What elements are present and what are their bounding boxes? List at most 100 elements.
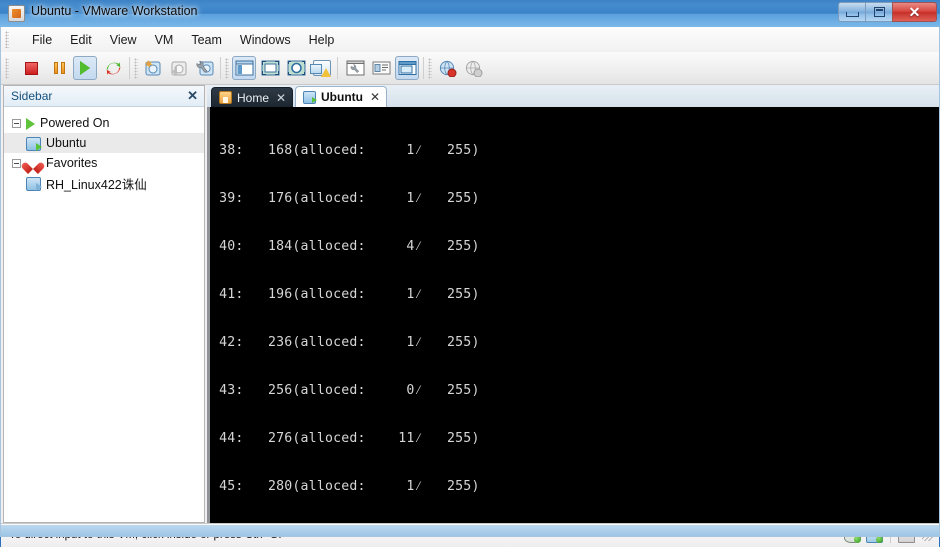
home-icon: [219, 91, 232, 104]
terminal-line: 39: 176(alloced: 1⁄ 255): [211, 191, 480, 206]
sidebar-header: Sidebar ✕: [4, 86, 204, 107]
full-screen-button[interactable]: [258, 56, 282, 80]
multiple-monitors-button[interactable]: [310, 56, 334, 80]
multi-monitor-warning-icon: [310, 60, 331, 77]
virtual-machine-icon: [303, 90, 317, 104]
maximize-icon: [873, 7, 885, 17]
menu-windows[interactable]: Windows: [231, 30, 300, 50]
summary-view-button[interactable]: [369, 56, 393, 80]
sidebar-title: Sidebar: [11, 89, 53, 103]
tab-strip: Home ✕ Ubuntu ✕: [207, 85, 939, 107]
toolbar-drag-grip-3[interactable]: [225, 58, 229, 79]
fullscreen-arrows-icon: [261, 60, 279, 76]
toolbar-separator-3: [337, 57, 338, 79]
menu-team[interactable]: Team: [182, 30, 231, 50]
sidebar-close-icon[interactable]: ✕: [187, 87, 198, 105]
power-off-button[interactable]: [19, 56, 43, 80]
sidebar-tree: Powered On Ubuntu Favorites RH_Linux422诛…: [4, 107, 204, 193]
terminal-output: 38: 168(alloced: 1⁄ 255) 39: 176(alloced…: [211, 111, 939, 523]
window-controls: ✕: [838, 2, 937, 23]
sidebar-item-rh-linux422[interactable]: RH_Linux422诛仙: [4, 173, 204, 193]
unity-mode-icon: [287, 60, 305, 76]
maximize-button[interactable]: [865, 2, 892, 22]
menu-bar: File Edit View VM Team Windows Help: [1, 27, 939, 53]
show-sidebar-button[interactable]: [232, 56, 256, 80]
virtual-machine-icon: [26, 176, 42, 191]
terminal-line: 38: 168(alloced: 1⁄ 255): [211, 143, 480, 158]
tab-ubuntu[interactable]: Ubuntu ✕: [295, 86, 388, 107]
tab-close-icon[interactable]: ✕: [370, 90, 380, 104]
virtual-machine-icon: [26, 136, 42, 151]
sidebar-item-ubuntu[interactable]: Ubuntu: [4, 133, 204, 153]
snapshot-new-icon: [144, 60, 161, 76]
toolbar-separator: [129, 57, 130, 79]
console-left-edge: [207, 107, 210, 523]
toolbar-separator-2: [220, 57, 221, 79]
pause-icon: [53, 62, 65, 74]
toolbar-drag-grip[interactable]: [5, 58, 9, 79]
menu-view[interactable]: View: [101, 30, 146, 50]
snapshot-revert-icon: [171, 61, 187, 76]
suspend-button[interactable]: [47, 56, 71, 80]
minimize-button[interactable]: [838, 2, 865, 22]
sidebar-item-powered-on[interactable]: Powered On: [4, 113, 204, 133]
tab-label: Ubuntu: [321, 90, 363, 104]
close-button[interactable]: ✕: [892, 2, 937, 22]
menu-help[interactable]: Help: [300, 30, 344, 50]
team-globe-gray-icon: [465, 60, 482, 77]
window-title: Ubuntu - VMware Workstation: [31, 4, 198, 18]
toolbar-drag-grip-2[interactable]: [134, 58, 138, 79]
summary-list-icon: [372, 61, 390, 75]
menu-edit[interactable]: Edit: [61, 30, 101, 50]
sidebar-item-label: Favorites: [46, 156, 98, 170]
vm-console[interactable]: 38: 168(alloced: 1⁄ 255) 39: 176(alloced…: [207, 107, 939, 523]
sidebar-panel-icon: [235, 60, 253, 76]
menu-drag-grip[interactable]: [5, 31, 9, 48]
power-on-button[interactable]: [73, 56, 97, 80]
wrench-settings-icon: [346, 60, 364, 76]
toolbar-separator-4: [423, 57, 424, 79]
team-disconnect-button[interactable]: [461, 56, 485, 80]
terminal-line: 43: 256(alloced: 0⁄ 255): [211, 383, 480, 398]
vmware-workstation-window: Ubuntu - VMware Workstation ✕ File Edit …: [0, 0, 940, 547]
tab-label: Home: [237, 90, 270, 105]
window-body: File Edit View VM Team Windows Help Side…: [0, 27, 940, 547]
take-snapshot-button[interactable]: [141, 56, 165, 80]
terminal-line: 41: 196(alloced: 1⁄ 255): [211, 287, 480, 302]
terminal-line: 44: 276(alloced: 11⁄ 255): [211, 431, 480, 446]
expand-collapse-icon[interactable]: [12, 158, 21, 168]
title-bar: Ubuntu - VMware Workstation ✕: [0, 0, 940, 28]
terminal-line: 45: 280(alloced: 1⁄ 255): [211, 479, 480, 494]
team-globe-red-icon: [439, 60, 456, 77]
play-triangle-icon: [80, 61, 90, 75]
vmware-icon: [8, 5, 25, 22]
menu-vm[interactable]: VM: [146, 30, 183, 50]
menu-file[interactable]: File: [23, 30, 61, 50]
window-bottom-edge: [0, 525, 940, 537]
reset-button[interactable]: [101, 56, 125, 80]
sidebar-panel: Sidebar ✕ Powered On Ubuntu Favorites RH…: [3, 85, 205, 523]
toolbar: [1, 52, 939, 85]
power-on-play-icon: [26, 118, 35, 130]
sidebar-item-label: Ubuntu: [46, 136, 87, 150]
revert-snapshot-button[interactable]: [167, 56, 191, 80]
minimize-icon: [845, 11, 859, 17]
tab-close-icon[interactable]: ✕: [276, 91, 286, 105]
sidebar-item-label: RH_Linux422诛仙: [46, 177, 147, 192]
terminal-line: 42: 236(alloced: 1⁄ 255): [211, 335, 480, 350]
sidebar-item-favorites[interactable]: Favorites: [4, 153, 204, 173]
terminal-line: 40: 184(alloced: 4⁄ 255): [211, 239, 480, 254]
team-connect-button[interactable]: [435, 56, 459, 80]
snapshot-manager-wrench-icon: [196, 61, 214, 76]
reset-circular-arrows-icon: [106, 61, 120, 75]
snapshot-manager-button[interactable]: [193, 56, 217, 80]
unity-mode-button[interactable]: [284, 56, 308, 80]
console-view-button[interactable]: [395, 56, 419, 80]
close-icon: ✕: [908, 4, 921, 20]
vm-settings-button[interactable]: [343, 56, 367, 80]
toolbar-drag-grip-4[interactable]: [428, 58, 432, 79]
menu-items: File Edit View VM Team Windows Help: [23, 27, 343, 52]
expand-collapse-icon[interactable]: [12, 118, 21, 128]
tab-home[interactable]: Home ✕: [211, 87, 294, 107]
heart-icon: [26, 158, 40, 171]
